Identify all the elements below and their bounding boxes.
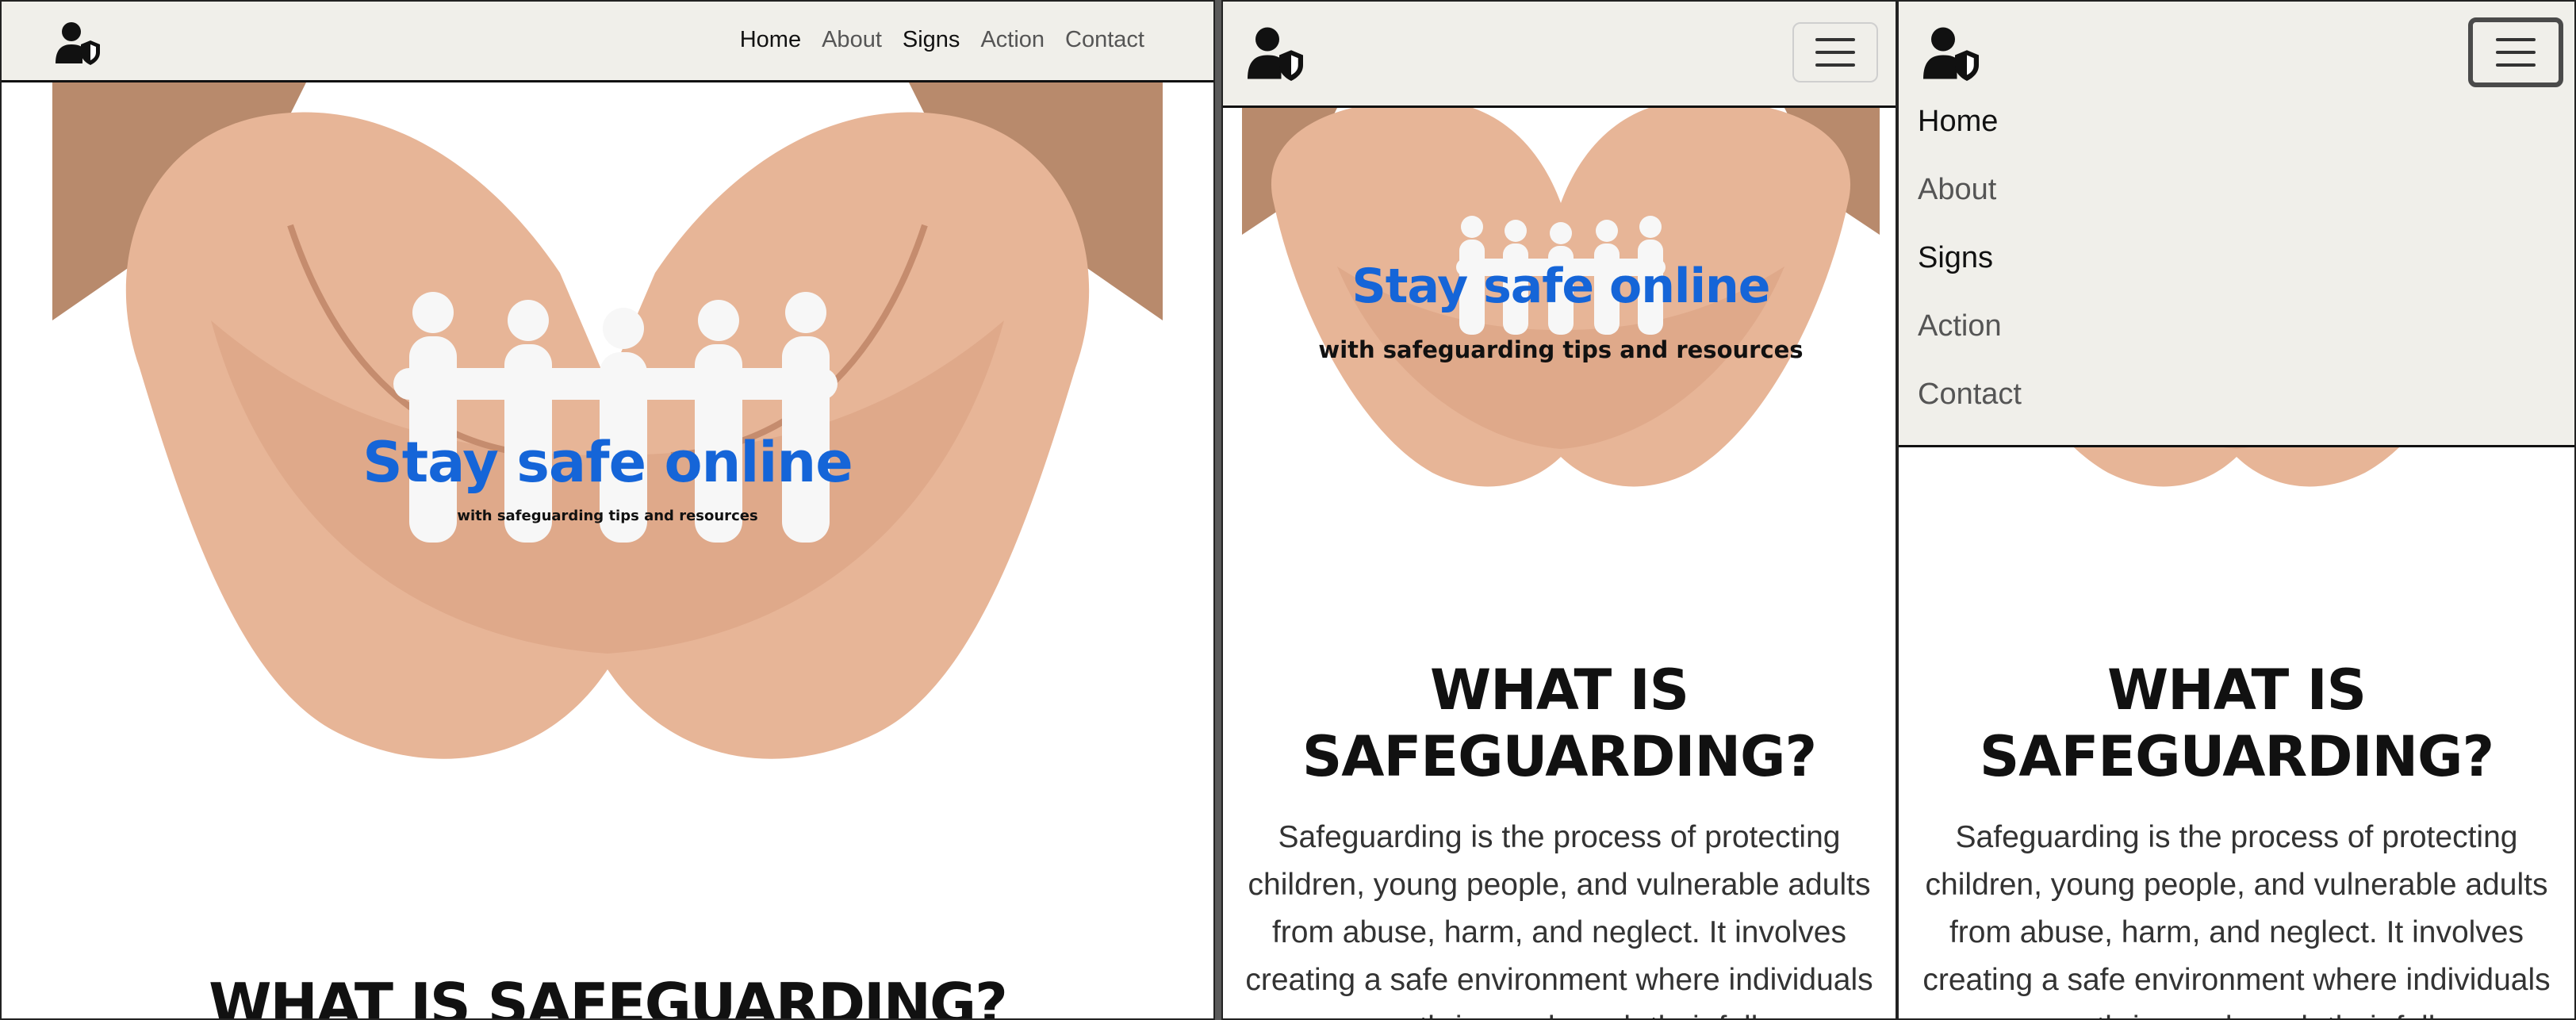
hero-subtitle: with safeguarding tips and resources xyxy=(1318,336,1804,363)
section-text: Safeguarding is the process of protectin… xyxy=(1245,820,1873,1018)
mobile-view-expanded: Home About Signs Action Contact WHAT IS … xyxy=(1897,0,2576,1020)
section-text: Safeguarding is the process of protectin… xyxy=(1922,820,2551,1018)
navbar: Home About Signs Action Contact xyxy=(2,2,1213,82)
hamburger-icon[interactable] xyxy=(1792,22,1878,82)
user-shield-icon[interactable] xyxy=(1245,25,1305,81)
section-title: WHAT IS SAFEGUARDING? xyxy=(1301,658,1817,789)
mobile-menu: Home About Signs Action Contact xyxy=(1918,105,2022,446)
nav-contact[interactable]: Contact xyxy=(1918,378,2022,446)
panel-divider xyxy=(1215,0,1221,1020)
hero-title: Stay safe online xyxy=(362,430,853,495)
user-shield-icon[interactable] xyxy=(1921,25,1981,81)
desktop-view: Stay safe online with safeguarding tips … xyxy=(0,0,1215,1020)
nav-signs[interactable]: Signs xyxy=(892,25,971,55)
hero-title: Stay safe online xyxy=(1351,259,1771,314)
nav-links: Home About Signs Action Contact xyxy=(730,25,1155,55)
hero-image: Stay safe online with safeguarding tips … xyxy=(1242,108,1880,504)
nav-about[interactable]: About xyxy=(811,25,892,55)
nav-about[interactable]: About xyxy=(1918,173,2022,241)
nav-home[interactable]: Home xyxy=(730,25,811,55)
nav-action[interactable]: Action xyxy=(970,25,1055,55)
navbar xyxy=(1223,2,1896,108)
hero-image: Stay safe online with safeguarding tips … xyxy=(52,82,1163,796)
hamburger-icon[interactable] xyxy=(2468,17,2563,87)
mobile-view-collapsed: Stay safe online with safeguarding tips … xyxy=(1221,0,1897,1020)
hero-subtitle: with safeguarding tips and resources xyxy=(457,508,758,524)
navbar-expanded: Home About Signs Action Contact xyxy=(1899,2,2574,447)
nav-home[interactable]: Home xyxy=(1918,105,2022,173)
nav-signs[interactable]: Signs xyxy=(1918,241,2022,309)
user-shield-icon[interactable] xyxy=(54,21,102,65)
section-title: WHAT IS SAFEGUARDING? xyxy=(1979,658,2494,789)
nav-contact[interactable]: Contact xyxy=(1055,25,1155,55)
section-title: WHAT IS SAFEGUARDING? xyxy=(209,971,1008,1020)
nav-action[interactable]: Action xyxy=(1918,309,2022,378)
